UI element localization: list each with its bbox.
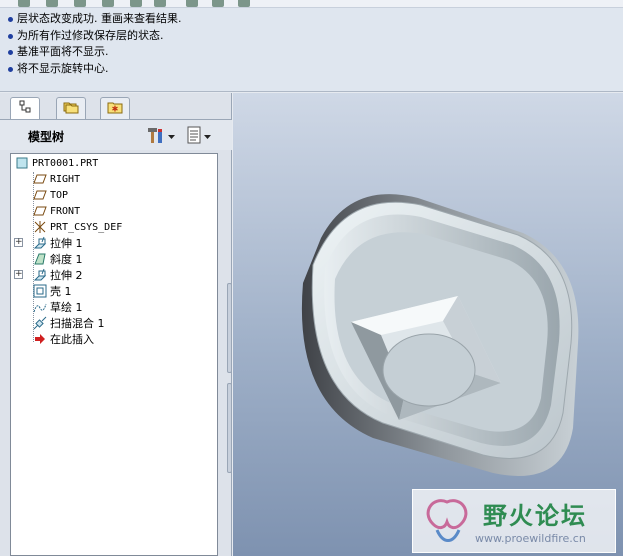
tree-item-extrude-2[interactable]: 拉伸 2 (33, 268, 83, 282)
bullet-icon (8, 49, 13, 55)
shell-icon (33, 284, 47, 298)
part-icon (15, 156, 29, 170)
navigator-pane: ✱ 模型树 PRT0001.PRT RIGHT TOP FRONT PRT_CS… (0, 93, 232, 556)
swept-blend-icon (33, 316, 47, 330)
toolbar-icon[interactable] (186, 0, 198, 7)
tree-item-front[interactable]: FRONT (33, 204, 80, 218)
toolbar-icon[interactable] (154, 0, 166, 7)
bullet-icon (8, 16, 13, 22)
tree-settings-button[interactable] (146, 126, 175, 146)
toolbar-icon[interactable] (212, 0, 224, 7)
tree-item-label: PRT0001.PRT (32, 157, 99, 169)
watermark-logo-icon (419, 494, 475, 553)
bullet-icon (8, 33, 13, 39)
message-line: 将不显示旋转中心. (8, 62, 109, 76)
tree-item-label: 壳 1 (50, 285, 72, 298)
message-text: 将不显示旋转中心. (17, 62, 109, 75)
tree-item-label: FRONT (50, 205, 81, 217)
tree-item-label: 拉伸 1 (50, 237, 83, 250)
draft-icon (33, 252, 47, 266)
toolbar-icon[interactable] (130, 0, 142, 7)
tree-item-label: 扫描混合 1 (50, 317, 105, 330)
message-line: 基准平面将不显示. (8, 45, 109, 59)
toolbar-icon[interactable] (238, 0, 250, 7)
message-line: 层状态改变成功. 重画来查看结果. (8, 12, 182, 26)
message-text: 层状态改变成功. 重画来查看结果. (17, 12, 182, 25)
tree-item-draft-1[interactable]: 斜度 1 (33, 252, 83, 266)
tab-model-tree[interactable] (10, 97, 40, 119)
tree-show-button[interactable] (186, 126, 211, 146)
tree-item-label: 草绘 1 (50, 301, 83, 314)
tree-item-top[interactable]: TOP (33, 188, 68, 202)
tab-folder-browser[interactable] (56, 97, 86, 119)
pane-resize-handle[interactable] (227, 383, 232, 473)
message-area: 层状态改变成功. 重画来查看结果. 为所有作过修改保存层的状态. 基准平面将不显… (0, 8, 623, 92)
sketch-icon (33, 300, 47, 314)
message-line: 为所有作过修改保存层的状态. (8, 29, 164, 43)
tree-icon (18, 100, 32, 117)
datum-plane-icon (33, 172, 47, 186)
tree-item-right[interactable]: RIGHT (33, 172, 80, 186)
toolbar-icon[interactable] (74, 0, 86, 7)
folders-icon (63, 100, 79, 117)
list-icon (186, 126, 202, 147)
3d-model (301, 194, 579, 476)
message-text: 基准平面将不显示. (17, 45, 109, 58)
watermark-title: 野火论坛 (483, 502, 587, 530)
tree-header: 模型树 (0, 120, 232, 150)
chevron-down-icon (204, 130, 211, 143)
model-tree: PRT0001.PRT RIGHT TOP FRONT PRT_CSYS_DEF… (10, 153, 218, 556)
expand-toggle[interactable]: + (14, 270, 23, 279)
tree-title: 模型树 (28, 130, 65, 144)
tree-item-label: TOP (50, 189, 69, 201)
tree-item-sketch-1[interactable]: 草绘 1 (33, 300, 83, 314)
pane-resize-handle[interactable] (227, 283, 232, 373)
watermark: 野火论坛 www.proewildfire.cn (412, 489, 616, 553)
tree-item-shell-1[interactable]: 壳 1 (33, 284, 72, 298)
toolbar-icon[interactable] (46, 0, 58, 7)
csys-icon (33, 220, 47, 234)
bullet-icon (8, 66, 13, 72)
toolbar-strip (0, 0, 623, 8)
tree-item-label: 在此插入 (50, 333, 94, 346)
tree-item-extrude-1[interactable]: 拉伸 1 (33, 236, 83, 250)
chevron-down-icon (168, 130, 175, 143)
tree-item-label: RIGHT (50, 173, 81, 185)
extrude-icon (33, 236, 47, 250)
graphics-viewport[interactable] (233, 93, 623, 556)
message-text: 为所有作过修改保存层的状态. (17, 29, 164, 42)
tree-item-label: 斜度 1 (50, 253, 83, 266)
insert-arrow-icon (33, 332, 47, 346)
tree-item-csys[interactable]: PRT_CSYS_DEF (33, 220, 122, 234)
datum-plane-icon (33, 188, 47, 202)
svg-text:✱: ✱ (112, 105, 119, 114)
star-folder-icon: ✱ (107, 100, 123, 117)
toolbar-icon[interactable] (18, 0, 30, 7)
toolbar-icon[interactable] (102, 0, 114, 7)
extrude-icon (33, 268, 47, 282)
tree-item-swept-blend-1[interactable]: 扫描混合 1 (33, 316, 105, 330)
tree-item-label: PRT_CSYS_DEF (50, 221, 123, 233)
tree-item-root[interactable]: PRT0001.PRT (15, 156, 98, 170)
tab-favorites[interactable]: ✱ (100, 97, 130, 119)
expand-toggle[interactable]: + (14, 238, 23, 247)
hammer-icon (146, 126, 166, 147)
datum-plane-icon (33, 204, 47, 218)
tree-item-insert-here[interactable]: 在此插入 (33, 332, 94, 346)
tree-item-label: 拉伸 2 (50, 269, 83, 282)
watermark-url: www.proewildfire.cn (475, 532, 586, 545)
